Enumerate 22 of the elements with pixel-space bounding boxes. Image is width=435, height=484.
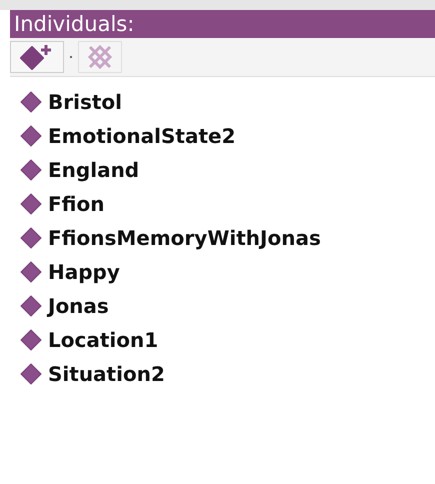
diamond-icon xyxy=(20,125,42,147)
individual-item[interactable]: Happy xyxy=(48,260,120,284)
panel-title: Individuals: xyxy=(10,10,435,38)
diamond-plus-icon xyxy=(20,44,52,70)
individual-item[interactable]: Ffion xyxy=(48,192,104,216)
crossed-diamond-icon xyxy=(88,44,112,70)
individual-item[interactable]: Jonas xyxy=(48,294,109,318)
diamond-icon xyxy=(20,261,42,283)
individual-item[interactable]: FfionsMemoryWithJonas xyxy=(48,226,321,250)
diamond-icon xyxy=(20,91,42,113)
diamond-icon xyxy=(20,159,42,181)
diamond-icon xyxy=(20,363,42,385)
individual-item[interactable]: Situation2 xyxy=(48,362,165,386)
individual-item[interactable]: EmotionalState2 xyxy=(48,124,236,148)
diamond-icon xyxy=(20,193,42,215)
diamond-icon xyxy=(20,329,42,351)
individual-item[interactable]: Location1 xyxy=(48,328,158,352)
individual-item[interactable]: England xyxy=(48,158,140,182)
add-individual-button[interactable] xyxy=(10,41,64,73)
diamond-icon xyxy=(20,227,42,249)
individual-item[interactable]: Bristol xyxy=(48,90,122,114)
diamond-icon xyxy=(20,295,42,317)
